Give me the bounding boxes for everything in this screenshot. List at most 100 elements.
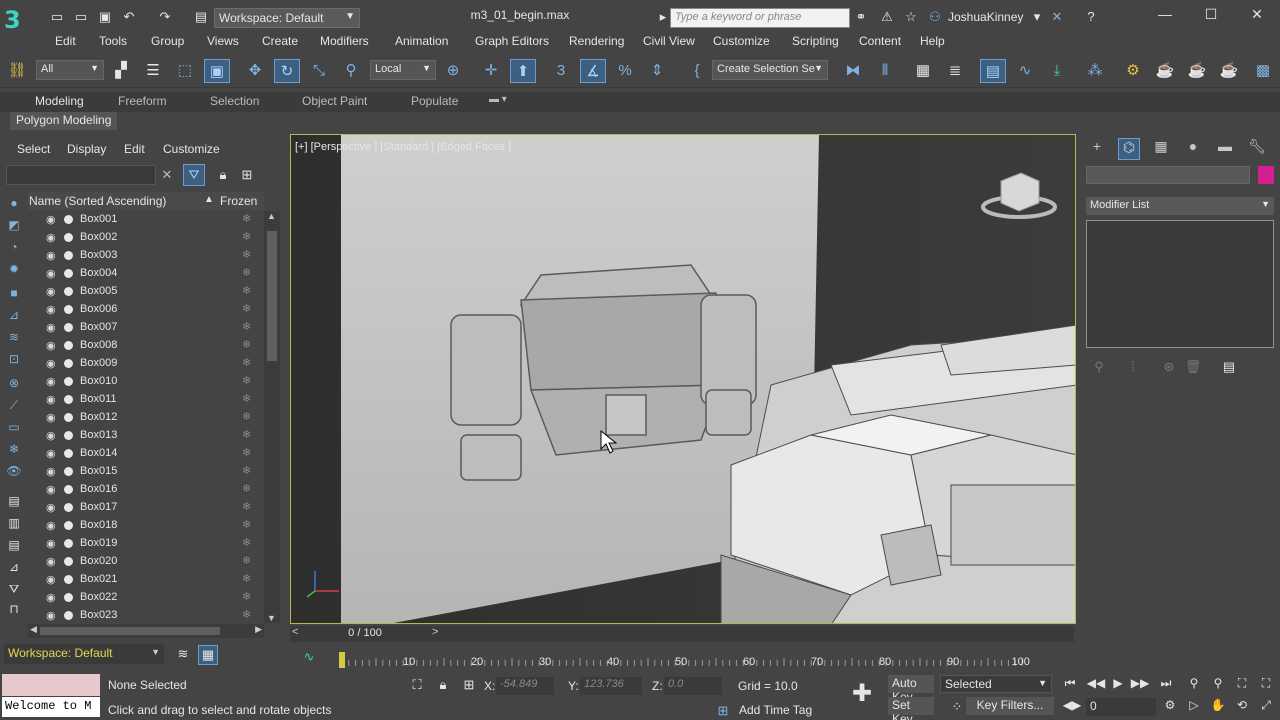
frozen-snowflake-icon[interactable]: ❄ <box>242 464 251 477</box>
list-item[interactable]: ◉ Box014 ❄ <box>28 445 264 463</box>
list-item[interactable]: ◉ Box023 ❄ <box>28 607 264 623</box>
keyboard-shortcut-override-icon[interactable]: ⬆ <box>510 59 536 83</box>
scroll-left-icon[interactable]: ◀ <box>30 624 37 635</box>
layer-explorer-icon[interactable]: ≋ <box>174 645 192 663</box>
render-dot-icon[interactable] <box>64 521 73 530</box>
menu-customize[interactable]: Customize <box>713 34 770 48</box>
select-manipulate-icon[interactable]: ✛ <box>478 59 504 83</box>
rectangular-selection-icon[interactable]: ⬚ <box>172 59 198 83</box>
render-dot-icon[interactable] <box>64 251 73 260</box>
sync-selection-icon[interactable]: ⊓ <box>6 602 22 618</box>
scrollbar-thumb[interactable] <box>40 627 220 635</box>
frozen-snowflake-icon[interactable]: ❄ <box>242 500 251 513</box>
hierarchy-icon[interactable]: ⊞ <box>238 166 256 184</box>
isolate-selection-icon[interactable]: ⛶ <box>408 676 426 694</box>
frozen-snowflake-icon[interactable]: ❄ <box>242 356 251 369</box>
list-item[interactable]: ◉ Box012 ❄ <box>28 409 264 427</box>
menu-scripting[interactable]: Scripting <box>792 34 839 48</box>
tab-selection[interactable]: Selection <box>210 94 259 108</box>
mirror-icon[interactable]: ⧓ <box>840 59 866 83</box>
key-mode-toggle-icon[interactable]: ◀▶ <box>1062 698 1082 716</box>
display-children-icon[interactable]: ▤ <box>6 494 22 510</box>
list-item[interactable]: ◉ Box018 ❄ <box>28 517 264 535</box>
key-mode-dropdown[interactable]: Selected ▼ <box>940 675 1052 693</box>
user-icon[interactable]: ⚇ <box>926 8 944 26</box>
list-item[interactable]: ◉ Box010 ❄ <box>28 373 264 391</box>
object-name-field[interactable] <box>1086 166 1250 184</box>
next-frame-arrow-icon[interactable]: > <box>432 626 438 638</box>
current-frame-field[interactable]: 0 <box>1086 698 1156 716</box>
menu-animation[interactable]: Animation <box>395 34 448 48</box>
menu-group[interactable]: Group <box>151 34 184 48</box>
list-item[interactable]: ◉ Box009 ❄ <box>28 355 264 373</box>
explorer-workspace-dropdown[interactable]: Workspace: Default ▼ <box>4 644 164 664</box>
spinner-snap-icon[interactable]: ⇕ <box>644 59 670 83</box>
select-rotate-icon[interactable]: ↻ <box>274 59 300 83</box>
project-folder-icon[interactable]: ▤ <box>192 8 210 26</box>
list-item[interactable]: ◉ Box015 ❄ <box>28 463 264 481</box>
render-dot-icon[interactable] <box>64 341 73 350</box>
visibility-eye-icon[interactable]: ◉ <box>46 501 56 514</box>
toggle-scene-explorer-icon[interactable]: ▦ <box>910 59 936 83</box>
z-coordinate-field[interactable]: 0.0 <box>664 677 722 695</box>
modify-tab-icon[interactable]: ⌬ <box>1118 138 1140 160</box>
time-slider[interactable]: < 0 / 100 > <box>290 626 1074 642</box>
tab-modeling[interactable]: Modeling <box>35 94 84 108</box>
visibility-eye-icon[interactable]: ◉ <box>46 591 56 604</box>
display-all-icon[interactable]: ● <box>6 196 22 212</box>
visibility-eye-icon[interactable]: ◉ <box>46 375 56 388</box>
render-dot-icon[interactable] <box>64 593 73 602</box>
horizontal-scrollbar[interactable]: ◀ ▶ <box>28 624 264 638</box>
list-item[interactable]: ◉ Box019 ❄ <box>28 535 264 553</box>
helpers-filter-icon[interactable]: ⊿ <box>6 308 22 324</box>
ribbon-panel-polygon-modeling[interactable]: Polygon Modeling <box>10 112 118 130</box>
key-filters-icon[interactable]: ⁘ <box>948 698 966 716</box>
app-logo[interactable]: 3 <box>4 6 36 34</box>
visibility-eye-icon[interactable]: ◉ <box>46 267 56 280</box>
scroll-down-icon[interactable]: ▼ <box>267 613 276 623</box>
frozen-snowflake-icon[interactable]: ❄ <box>242 536 251 549</box>
list-item[interactable]: ◉ Box013 ❄ <box>28 427 264 445</box>
set-key-button[interactable]: Set Key <box>888 697 934 720</box>
render-dot-icon[interactable] <box>64 611 73 620</box>
render-dot-icon[interactable] <box>64 557 73 566</box>
create-tab-icon[interactable]: + <box>1086 138 1108 160</box>
visibility-eye-icon[interactable]: ◉ <box>46 321 56 334</box>
menu-civil-view[interactable]: Civil View <box>643 34 695 48</box>
redo-icon[interactable]: ↷ <box>156 8 174 26</box>
display-influences-icon[interactable]: ▥ <box>6 516 22 532</box>
geometry-filter-icon[interactable]: ◩ <box>6 218 22 234</box>
hierarchy-tab-icon[interactable]: ▦ <box>1150 138 1172 160</box>
visibility-eye-icon[interactable]: ◉ <box>46 393 56 406</box>
frozen-snowflake-icon[interactable]: ❄ <box>242 572 251 585</box>
make-unique-icon[interactable]: ⊛ <box>1160 358 1178 376</box>
menu-rendering[interactable]: Rendering <box>569 34 624 48</box>
window-crossing-icon[interactable]: ▣ <box>204 59 230 83</box>
object-color-swatch[interactable] <box>1258 166 1274 184</box>
explorer-menu-edit[interactable]: Edit <box>124 142 145 156</box>
visibility-eye-icon[interactable]: ◉ <box>46 555 56 568</box>
frozen-snowflake-icon[interactable]: ❄ <box>242 338 251 351</box>
time-tag-icon[interactable]: ⊞ <box>714 702 732 720</box>
schematic-view-icon[interactable]: ⤓ <box>1044 59 1070 83</box>
pivot-center-icon[interactable]: ⊕ <box>440 59 466 83</box>
perspective-viewport[interactable]: [+] [Perspective ] [Standard ] [Edged Fa… <box>290 134 1076 624</box>
pin-stack-icon[interactable]: ⚲ <box>1090 358 1108 376</box>
frozen-snowflake-icon[interactable]: ❄ <box>242 482 251 495</box>
menu-tools[interactable]: Tools <box>99 34 127 48</box>
frozen-filter-icon[interactable]: ❄ <box>6 442 22 458</box>
visibility-eye-icon[interactable]: ◉ <box>46 213 56 226</box>
motion-tab-icon[interactable]: ● <box>1182 138 1204 160</box>
angle-snap-icon[interactable]: ∡ <box>580 59 606 83</box>
menu-graph-editors[interactable]: Graph Editors <box>475 34 549 48</box>
render-dot-icon[interactable] <box>64 503 73 512</box>
frozen-snowflake-icon[interactable]: ❄ <box>242 554 251 567</box>
frozen-snowflake-icon[interactable]: ❄ <box>242 518 251 531</box>
select-object-icon[interactable]: ▞ <box>108 59 134 83</box>
zoom-all-icon[interactable]: ⚲ <box>1208 676 1228 694</box>
ribbon-options-icon[interactable]: ▬ ▾ <box>489 94 507 105</box>
material-editor-icon[interactable]: ⁂ <box>1082 59 1108 83</box>
list-item[interactable]: ◉ Box004 ❄ <box>28 265 264 283</box>
list-item[interactable]: ◉ Box020 ❄ <box>28 553 264 571</box>
save-file-icon[interactable]: ▣ <box>96 8 114 26</box>
